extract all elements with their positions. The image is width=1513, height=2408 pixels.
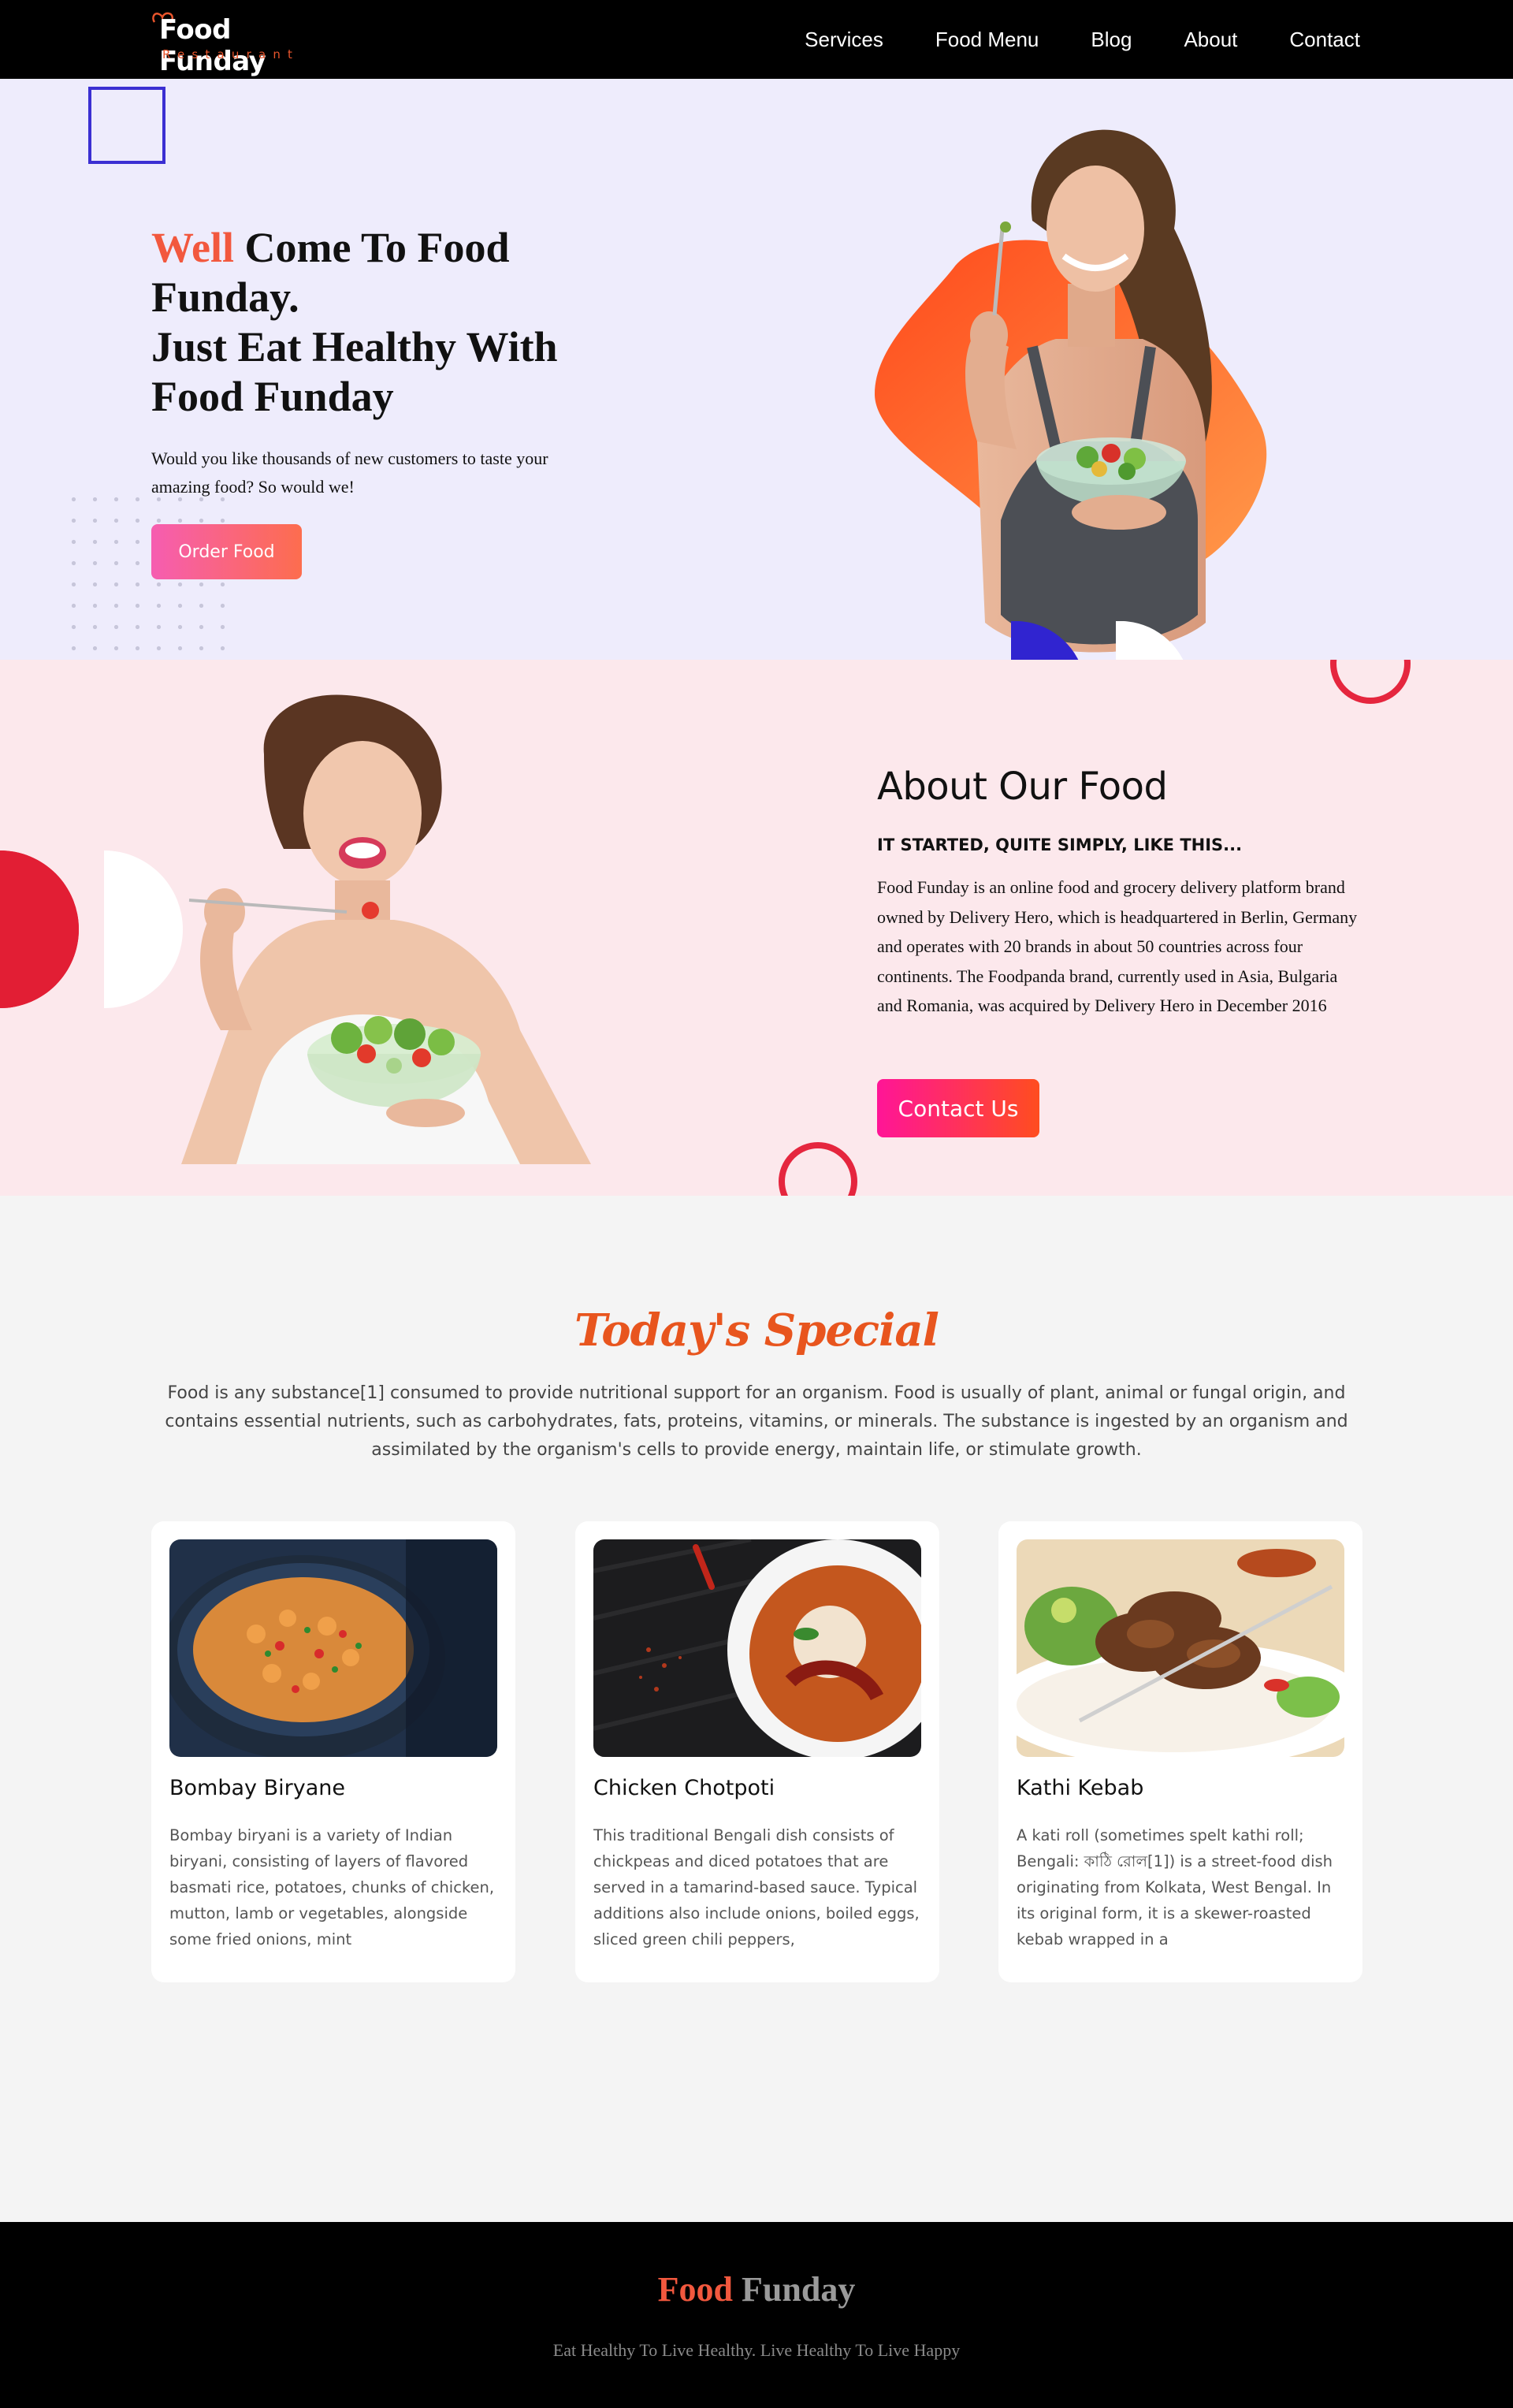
nav-services[interactable]: Services (805, 28, 883, 52)
brand-logo[interactable]: Food Funday Restaurant (151, 11, 340, 77)
footer-tagline: Eat Healthy To Live Healthy. Live Health… (552, 2340, 961, 2360)
about-woman-eating-image (0, 694, 591, 1164)
footer-brand-first: Food (657, 2270, 734, 2309)
food-card-chicken-chotpoti[interactable]: Chicken Chotpoti This traditional Bengal… (575, 1521, 939, 1982)
order-food-button[interactable]: Order Food (151, 524, 302, 579)
hero-section: Well Come To Food Funday. Just Eat Healt… (0, 79, 1513, 660)
hero-title: Well Come To Food Funday. Just Eat Healt… (151, 223, 593, 422)
food-card-description: Bombay biryani is a variety of Indian bi… (169, 1826, 495, 1948)
brand-tagline: Restaurant (162, 47, 300, 61)
kathi-kebab-image (1017, 1539, 1344, 1757)
hero-title-accent: Well (151, 224, 234, 271)
brand-name: Food Funday (159, 14, 266, 77)
chicken-chotpoti-image (593, 1539, 921, 1757)
about-section: About Our Food IT STARTED, QUITE SIMPLY,… (0, 660, 1513, 1196)
decorative-ring-top (1330, 660, 1411, 704)
footer-brand: Food Funday (0, 2269, 1513, 2309)
todays-special-section: Today's Special Food is any substance[1]… (0, 1196, 1513, 2222)
decorative-square (88, 87, 165, 164)
about-title: About Our Food (877, 765, 1168, 809)
decorative-ring-bottom (779, 1142, 857, 1196)
food-card-kathi-kebab[interactable]: Kathi Kebab A kati roll (sometimes spelt… (998, 1521, 1362, 1982)
nav-about[interactable]: About (1184, 28, 1237, 52)
special-description: Food is any substance[1] consumed to pro… (165, 1383, 1348, 1460)
about-text: Food Funday is an online food and grocer… (877, 877, 1358, 1015)
food-card-bombay-biryane[interactable]: Bombay Biryane Bombay biryani is a varie… (151, 1521, 515, 1982)
nav-contact[interactable]: Contact (1289, 28, 1360, 52)
food-card-title: Kathi Kebab (1017, 1776, 1144, 1800)
hero-title-line2: Just Eat Healthy With Food Funday (151, 323, 558, 420)
food-card-title: Chicken Chotpoti (593, 1776, 775, 1800)
site-footer: Food Funday Eat Healthy To Live Healthy.… (0, 2222, 1513, 2408)
main-menu: Services Food Menu Blog About Contact (805, 0, 1360, 79)
food-card-title: Bombay Biryane (169, 1776, 345, 1800)
contact-us-button[interactable]: Contact Us (877, 1079, 1039, 1137)
nav-blog[interactable]: Blog (1091, 28, 1132, 52)
nav-food-menu[interactable]: Food Menu (935, 28, 1039, 52)
bombay-biryane-image (169, 1539, 497, 1757)
decorative-half-circles (1011, 621, 1184, 660)
food-card-description: A kati roll (sometimes spelt kathi roll;… (1017, 1826, 1333, 1948)
food-card-description: This traditional Bengali dish consists o… (593, 1826, 920, 1948)
footer-brand-second: Funday (742, 2270, 856, 2309)
top-nav: Food Funday Restaurant Services Food Men… (0, 0, 1513, 79)
special-title: Today's Special (574, 1304, 939, 1357)
about-subtitle: IT STARTED, QUITE SIMPLY, LIKE THIS... (877, 836, 1243, 854)
hero-description: Would you like thousands of new customer… (151, 448, 548, 497)
hero-woman-salad-image (875, 129, 1267, 653)
